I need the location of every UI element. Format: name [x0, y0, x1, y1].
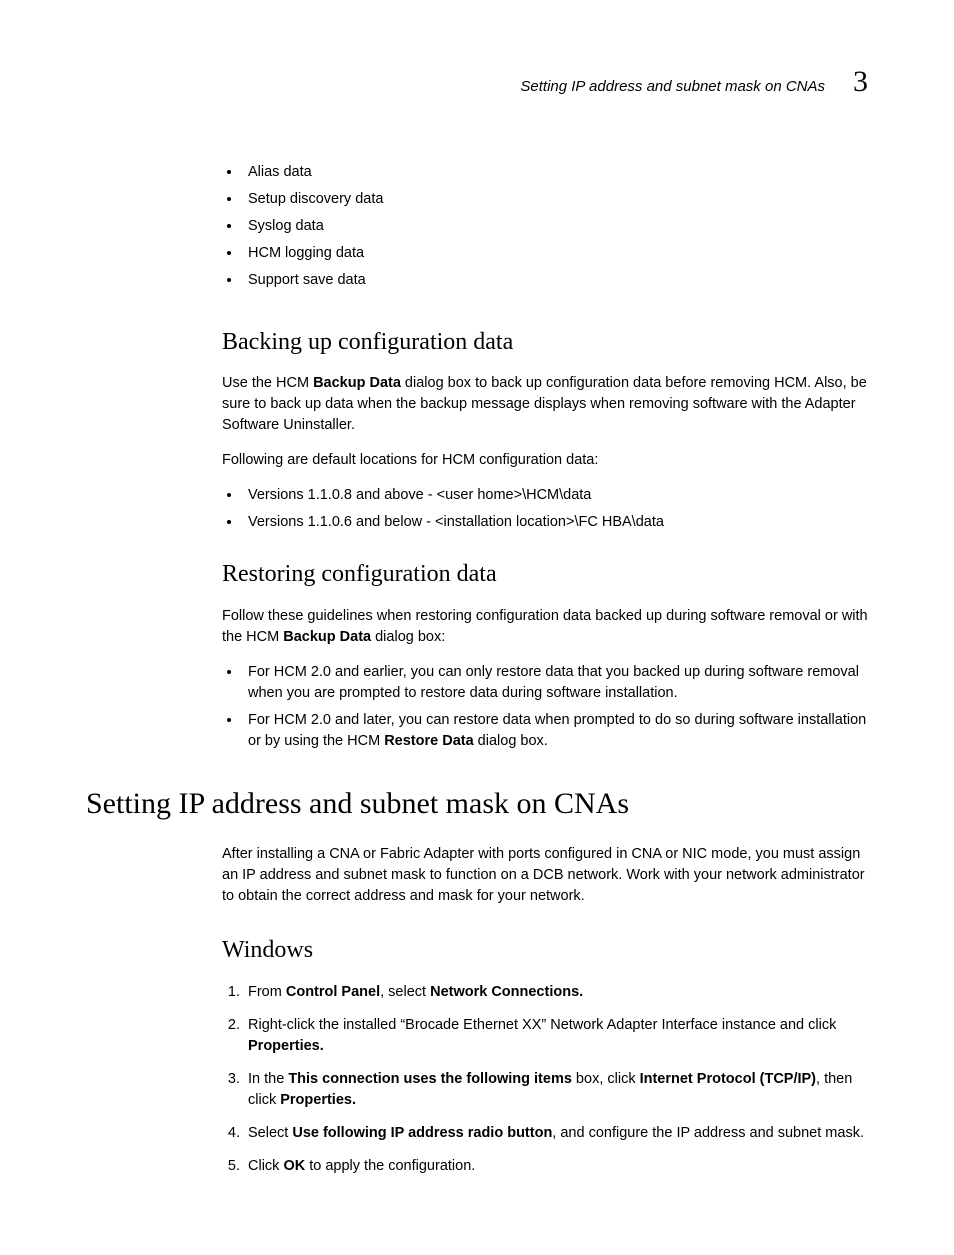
heading-windows: Windows — [222, 933, 868, 968]
body-text: Select — [248, 1125, 292, 1141]
body-text: dialog box. — [474, 733, 548, 749]
restoring-bullet-list: For HCM 2.0 and earlier, you can only re… — [222, 662, 868, 752]
restoring-para-1: Follow these guidelines when restoring c… — [222, 606, 868, 648]
intro-bullet-list: Alias data Setup discovery data Syslog dat… — [222, 162, 868, 291]
body-text: dialog box: — [371, 629, 445, 645]
list-item: For HCM 2.0 and earlier, you can only re… — [242, 662, 868, 704]
body-text: For HCM 2.0 and earlier, you can only re… — [248, 664, 859, 701]
body-text: From — [248, 984, 286, 1000]
list-item: Select Use following IP address radio bu… — [244, 1123, 868, 1144]
bold-text: Network Connections. — [430, 984, 583, 1000]
backing-bullet-list: Versions 1.1.0.8 and above - <user home>… — [222, 485, 868, 533]
bold-text: OK — [283, 1158, 305, 1174]
bold-text: Properties. — [280, 1092, 356, 1108]
bold-text: Backup Data — [313, 375, 401, 391]
page: Setting IP address and subnet mask on CN… — [0, 0, 954, 1255]
bold-text: Backup Data — [283, 629, 371, 645]
windows-steps: From Control Panel, select Network Conne… — [222, 982, 868, 1177]
list-item: In the This connection uses the followin… — [244, 1069, 868, 1111]
content-block-1: Alias data Setup discovery data Syslog dat… — [222, 162, 868, 753]
chapter-number: 3 — [853, 60, 868, 104]
heading-setting-ip: Setting IP address and subnet mask on CN… — [86, 782, 868, 826]
body-text: box, click — [572, 1071, 640, 1087]
list-item: Syslog data — [242, 216, 868, 237]
heading-restoring: Restoring configuration data — [222, 557, 868, 592]
body-text: Right-click the installed “Brocade Ether… — [248, 1017, 836, 1033]
bold-text: Internet Protocol (TCP/IP) — [640, 1071, 816, 1087]
bold-text: Restore Data — [384, 733, 473, 749]
body-text: , and configure the IP address and subne… — [552, 1125, 864, 1141]
bold-text: Use following IP address radio button — [292, 1125, 552, 1141]
bold-text: Control Panel — [286, 984, 380, 1000]
body-text: Use the HCM — [222, 375, 313, 391]
body-text: , select — [380, 984, 430, 1000]
list-item: HCM logging data — [242, 243, 868, 264]
body-text: Click — [248, 1158, 283, 1174]
list-item: Alias data — [242, 162, 868, 183]
list-item: Versions 1.1.0.6 and below - <installati… — [242, 512, 868, 533]
content-block-2: After installing a CNA or Fabric Adapter… — [222, 844, 868, 1177]
running-header-text: Setting IP address and subnet mask on CN… — [520, 76, 825, 98]
body-text: For HCM 2.0 and later, you can restore d… — [248, 712, 866, 749]
bold-text: Properties. — [248, 1038, 324, 1054]
list-item: Setup discovery data — [242, 189, 868, 210]
list-item: From Control Panel, select Network Conne… — [244, 982, 868, 1003]
setting-para: After installing a CNA or Fabric Adapter… — [222, 844, 868, 907]
running-header: Setting IP address and subnet mask on CN… — [86, 60, 868, 104]
list-item: For HCM 2.0 and later, you can restore d… — [242, 710, 868, 752]
heading-backing-up: Backing up configuration data — [222, 325, 868, 360]
list-item: Click OK to apply the configuration. — [244, 1156, 868, 1177]
backing-para-2: Following are default locations for HCM … — [222, 450, 868, 471]
bold-text: This connection uses the following items — [288, 1071, 572, 1087]
list-item: Versions 1.1.0.8 and above - <user home>… — [242, 485, 868, 506]
body-text: In the — [248, 1071, 288, 1087]
list-item: Support save data — [242, 270, 868, 291]
body-text: to apply the configuration. — [305, 1158, 475, 1174]
list-item: Right-click the installed “Brocade Ether… — [244, 1015, 868, 1057]
backing-para-1: Use the HCM Backup Data dialog box to ba… — [222, 373, 868, 436]
